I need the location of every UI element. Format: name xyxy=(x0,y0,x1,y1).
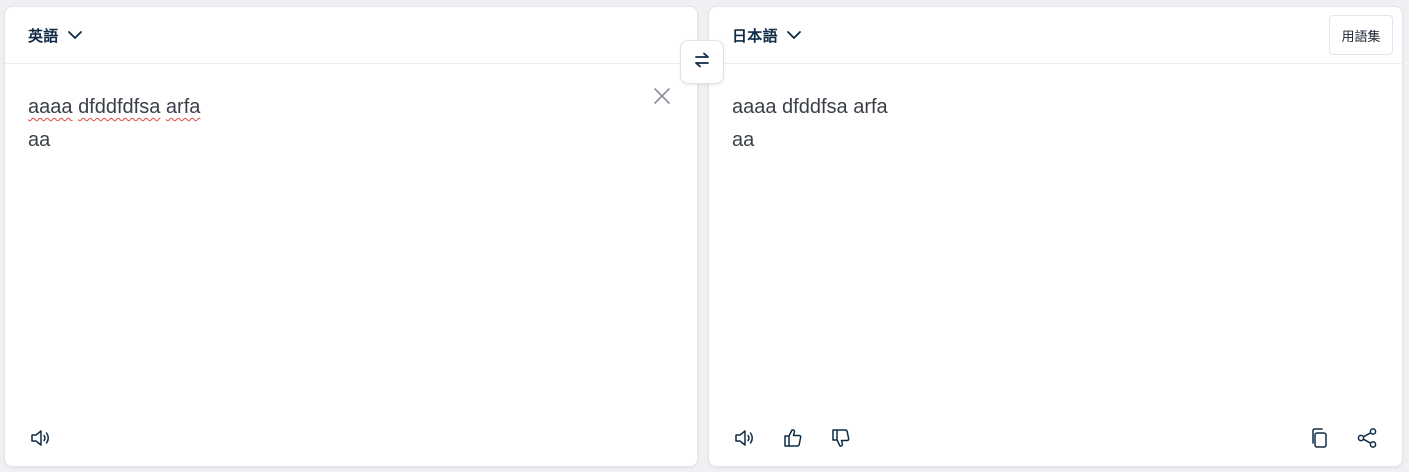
swap-arrows-icon xyxy=(693,51,711,74)
target-language-label: 日本語 xyxy=(732,26,778,45)
share-icon xyxy=(1355,426,1379,455)
source-listen-button[interactable] xyxy=(28,427,54,453)
source-language-selector[interactable]: 英語 xyxy=(28,23,85,47)
target-panel: 日本語 用語集 aaaa dfddfsa arfa aa xyxy=(708,6,1403,467)
source-panel-header: 英語 xyxy=(5,7,697,64)
speaker-icon xyxy=(733,426,757,455)
source-text-line: aa xyxy=(28,129,51,151)
source-word: arfa xyxy=(165,96,201,118)
thumbs-up-icon xyxy=(781,426,805,455)
translation-line: aa xyxy=(732,129,755,151)
thumbs-down-icon xyxy=(829,426,853,455)
copy-button[interactable] xyxy=(1306,427,1332,453)
target-listen-button[interactable] xyxy=(732,427,758,453)
share-button[interactable] xyxy=(1354,427,1380,453)
target-panel-header: 日本語 用語集 xyxy=(709,7,1402,64)
clear-text-button[interactable] xyxy=(651,87,673,109)
source-word: aaaa xyxy=(28,96,73,118)
close-icon xyxy=(653,87,671,110)
source-text-input[interactable]: aaaa dfddfdfsa arfa aa xyxy=(28,91,637,157)
target-language-selector[interactable]: 日本語 xyxy=(732,23,804,47)
translation-output: aaaa dfddfsa arfa aa xyxy=(732,91,1342,157)
source-panel: 英語 aaaa dfddfdfsa arfa aa xyxy=(4,6,698,467)
glossary-button[interactable]: 用語集 xyxy=(1329,15,1393,55)
chevron-down-icon xyxy=(784,25,804,45)
chevron-down-icon xyxy=(65,25,85,45)
dislike-button[interactable] xyxy=(828,427,854,453)
source-word: dfddfdfsa xyxy=(78,96,161,118)
copy-icon xyxy=(1307,426,1331,455)
translation-line: aaaa dfddfsa arfa xyxy=(732,96,888,118)
like-button[interactable] xyxy=(780,427,806,453)
source-text-line: aaaa dfddfdfsa arfa xyxy=(28,91,637,124)
source-language-label: 英語 xyxy=(28,26,59,45)
speaker-icon xyxy=(29,426,53,455)
swap-languages-button[interactable] xyxy=(680,40,724,84)
